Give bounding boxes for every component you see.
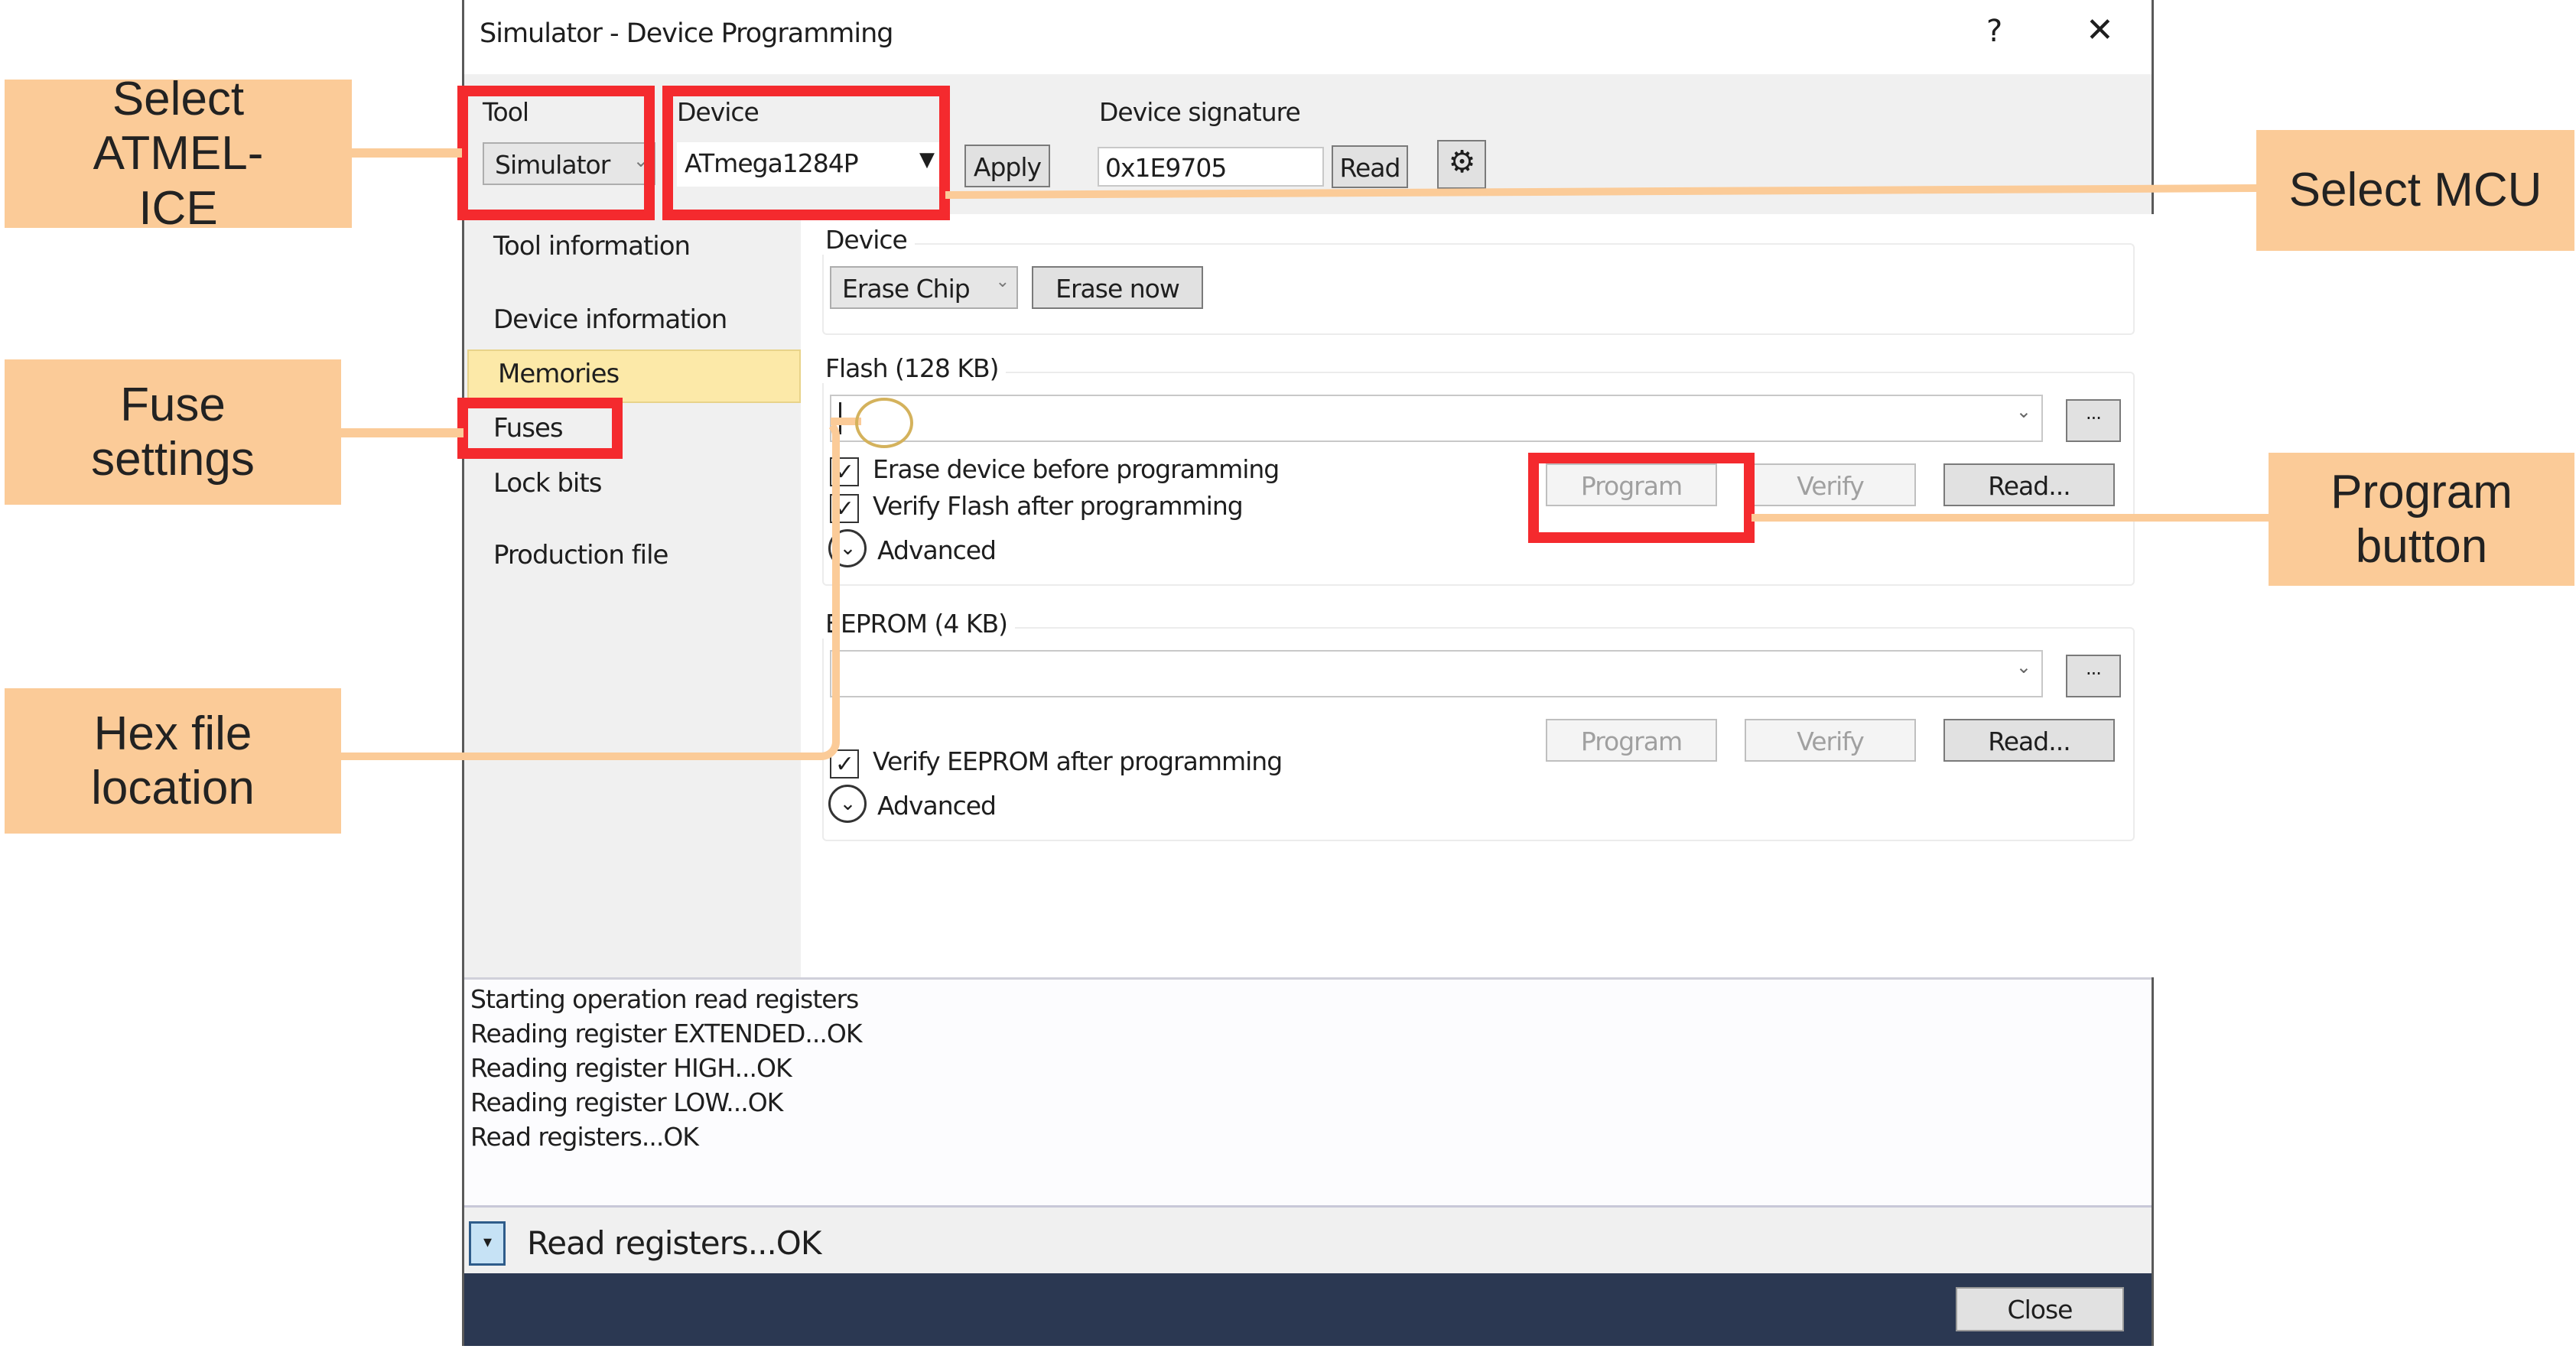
callout-text: Select MCU [2288, 164, 2542, 217]
callout-text: Select ATMEL-ICE [93, 73, 264, 235]
log-line: Reading register LOW...OK [470, 1087, 783, 1117]
status-bar: ▾ Read registers...OK [464, 1208, 2152, 1273]
connector-line [1751, 514, 2272, 522]
sidebar-item-memories[interactable]: Memories [467, 349, 801, 403]
eeprom-advanced-label[interactable]: Advanced [877, 791, 997, 821]
erase-now-button[interactable]: Erase now [1032, 266, 1203, 309]
close-icon[interactable]: ✕ [2086, 11, 2114, 50]
sidebar-item-label: Memories [498, 359, 620, 389]
sidebar-item-label: Tool information [493, 231, 691, 262]
expand-advanced-icon[interactable]: ⌄ [828, 785, 867, 823]
eeprom-program-button[interactable]: Program [1546, 719, 1717, 762]
sidebar-item-tool-information[interactable]: Tool information [464, 223, 801, 277]
memories-panel: Device Erase Chip ⌄ Erase now Flash (128… [801, 214, 2154, 977]
dialog-footer: Close [464, 1273, 2152, 1346]
read-signature-button[interactable]: Read [1332, 145, 1408, 188]
chevron-down-icon: ⌄ [995, 272, 1010, 291]
chevron-down-icon: ⌄ [2015, 656, 2031, 678]
eeprom-group-title: EEPROM (4 KB) [818, 609, 1015, 639]
device-signature-value: 0x1E9705 [1105, 153, 1227, 183]
help-icon[interactable]: ? [1986, 14, 2002, 49]
callout-text: Fuse settings [91, 378, 255, 486]
sidebar-item-device-information[interactable]: Device information [464, 297, 801, 350]
device-signature-field[interactable]: 0x1E9705 [1098, 147, 1324, 187]
connector-line [352, 148, 462, 158]
connector-line [341, 418, 840, 760]
output-log[interactable]: Starting operation read registers Readin… [464, 977, 2152, 1208]
flash-file-input[interactable]: ⌄ [830, 395, 2043, 442]
callout-fuse-settings: Fuse settings [5, 359, 341, 505]
log-line: Reading register EXTENDED...OK [470, 1019, 863, 1048]
erase-mode-select[interactable]: Erase Chip ⌄ [830, 266, 1018, 309]
eeprom-verify-button[interactable]: Verify [1745, 719, 1916, 762]
callout-text: Program button [2330, 465, 2513, 573]
highlight-tool [457, 86, 655, 220]
log-line: Reading register HIGH...OK [470, 1053, 792, 1083]
callout-select-mcu: Select MCU [2256, 130, 2574, 251]
toggle-log-button[interactable]: ▾ [469, 1221, 506, 1266]
flash-read-button[interactable]: Read... [1943, 463, 2115, 506]
device-group-title: Device [818, 225, 915, 255]
erase-mode-value: Erase Chip [842, 274, 971, 304]
flash-browse-button[interactable]: ... [2066, 399, 2121, 442]
verify-eeprom-label: Verify EEPROM after programming [873, 746, 1283, 776]
eeprom-browse-button[interactable]: ... [2066, 655, 2121, 697]
status-text: Read registers...OK [527, 1224, 821, 1262]
callout-select-tool: Select ATMEL-ICE [5, 73, 352, 235]
erase-before-label: Erase device before programming [873, 454, 1280, 484]
flash-verify-button[interactable]: Verify [1745, 463, 1916, 506]
window-title: Simulator - Device Programming [480, 18, 894, 49]
device-signature-label: Device signature [1099, 97, 1301, 127]
eeprom-file-input[interactable]: ⌄ [830, 650, 2043, 697]
highlight-program [1528, 453, 1755, 543]
log-line: Read registers...OK [470, 1122, 699, 1152]
callout-program-button: Program button [2269, 453, 2574, 586]
apply-button[interactable]: Apply [964, 145, 1050, 187]
gear-icon[interactable]: ⚙ [1437, 140, 1486, 189]
callout-hex-file: Hex file location [5, 688, 341, 834]
flash-group-title: Flash (128 KB) [818, 353, 1007, 383]
click-indicator [855, 398, 913, 448]
flash-advanced-label[interactable]: Advanced [877, 535, 997, 565]
close-button[interactable]: Close [1956, 1287, 2124, 1331]
highlight-device [662, 86, 950, 220]
device-group [822, 243, 2135, 335]
eeprom-read-button[interactable]: Read... [1943, 719, 2115, 762]
chevron-down-icon: ⌄ [2015, 401, 2031, 422]
title-bar: Simulator - Device Programming ? ✕ [464, 0, 2152, 74]
callout-text: Hex file location [91, 707, 255, 814]
verify-flash-label: Verify Flash after programming [873, 491, 1244, 521]
log-line: Starting operation read registers [470, 984, 859, 1014]
sidebar-item-label: Device information [493, 304, 727, 335]
